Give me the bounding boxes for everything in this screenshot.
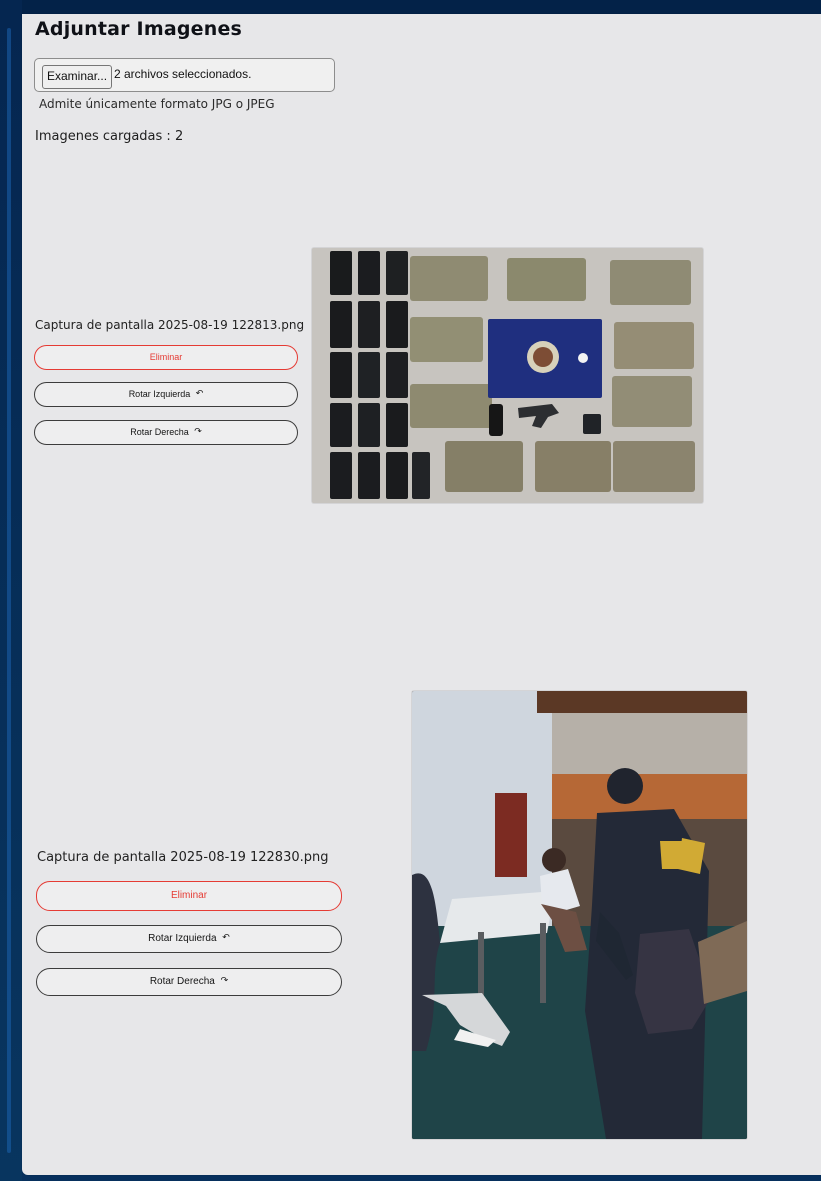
uploaded-image-preview — [412, 691, 747, 1139]
rotate-right-icon: ↷ — [194, 426, 202, 436]
uploaded-image-preview — [312, 248, 703, 503]
browse-button[interactable]: Examinar... — [42, 65, 113, 89]
room-photo-image — [412, 691, 747, 1139]
rotate-left-label: Rotar Izquierda — [148, 933, 217, 944]
rotate-right-button[interactable]: Rotar Derecha ↷ — [34, 420, 298, 445]
delete-label: Eliminar — [149, 352, 183, 362]
rotate-left-label: Rotar Izquierda — [128, 389, 191, 399]
left-rail — [0, 0, 22, 1181]
rotate-right-label: Rotar Derecha — [149, 976, 215, 987]
image-filename: Captura de pantalla 2025-08-19 122813.pn… — [35, 318, 305, 332]
rotate-left-button[interactable]: Rotar Izquierda ↶ — [34, 382, 298, 407]
selected-files-status: 2 archivos seleccionados. — [114, 67, 252, 81]
rotate-left-icon: ↶ — [222, 932, 230, 942]
delete-button[interactable]: Eliminar — [36, 881, 342, 911]
rotate-right-icon: ↷ — [220, 975, 229, 985]
evidence-table-image — [312, 248, 703, 503]
rotate-right-button[interactable]: Rotar Derecha ↷ — [36, 968, 342, 996]
delete-label: Eliminar — [170, 890, 208, 901]
rotate-left-icon: ↶ — [195, 388, 204, 398]
file-picker[interactable]: Examinar... 2 archivos seleccionados. — [34, 58, 335, 92]
page-background: Adjuntar Imagenes Examinar... 2 archivos… — [0, 0, 821, 1181]
rotate-right-label: Rotar Derecha — [130, 427, 189, 437]
page-title: Adjuntar Imagenes — [35, 18, 243, 40]
rotate-left-button[interactable]: Rotar Izquierda ↶ — [36, 925, 342, 953]
upload-help-text: Admite únicamente formato JPG o JPEG — [39, 97, 275, 111]
delete-button[interactable]: Eliminar — [34, 345, 298, 370]
uploaded-count: Imagenes cargadas : 2 — [35, 129, 184, 144]
image-filename: Captura de pantalla 2025-08-19 122830.pn… — [37, 850, 329, 865]
